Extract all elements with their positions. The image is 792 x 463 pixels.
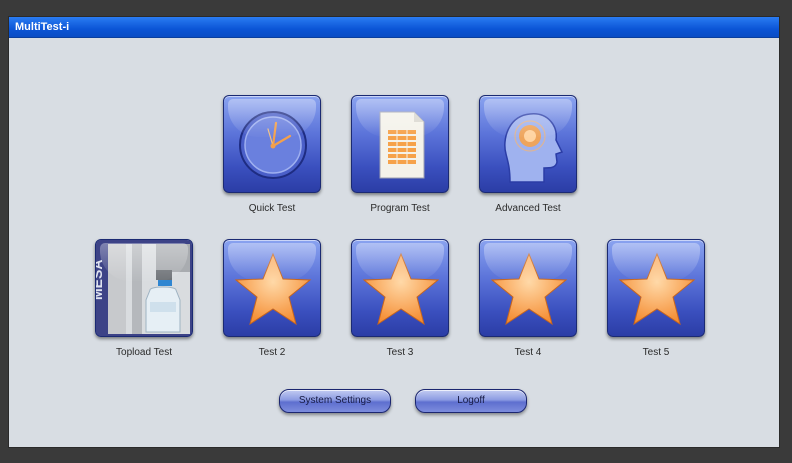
test-4-tile[interactable]: Test 4 [479, 239, 577, 359]
advanced-test-button[interactable] [479, 95, 577, 193]
test-5-tile[interactable]: Test 5 [607, 239, 705, 359]
test-2-button[interactable] [223, 239, 321, 337]
system-settings-button[interactable]: System Settings [279, 389, 391, 413]
star-icon [618, 252, 696, 326]
star-icon [362, 252, 440, 326]
program-test-button[interactable] [351, 95, 449, 193]
quick-test-button[interactable] [223, 95, 321, 193]
spreadsheet-document-icon [379, 111, 425, 179]
window-title: MultiTest-i [15, 21, 70, 33]
app-window: MultiTest-i Quick Test Program Test Adva… [8, 16, 780, 448]
quick-test-tile[interactable]: Quick Test [223, 95, 321, 215]
svg-text:MESA: MESA [96, 260, 105, 300]
test-2-label: Test 2 [258, 347, 286, 358]
advanced-test-tile[interactable]: Advanced Test [479, 95, 577, 215]
test-3-tile[interactable]: Test 3 [351, 239, 449, 359]
logoff-button[interactable]: Logoff [415, 389, 527, 413]
star-icon [234, 252, 312, 326]
test-3-button[interactable] [351, 239, 449, 337]
program-test-tile[interactable]: Program Test [351, 95, 449, 215]
test-4-button[interactable] [479, 239, 577, 337]
program-test-label: Program Test [370, 203, 430, 214]
topload-test-button[interactable]: MESA [95, 239, 193, 337]
clock-icon [239, 111, 307, 179]
topload-photo-icon: MESA [96, 240, 192, 336]
title-bar: MultiTest-i [9, 17, 779, 38]
star-icon [490, 252, 568, 326]
test-2-tile[interactable]: Test 2 [223, 239, 321, 359]
topload-test-label: Topload Test [116, 347, 172, 358]
test-5-label: Test 5 [642, 347, 670, 358]
advanced-test-label: Advanced Test [495, 203, 561, 214]
test-5-button[interactable] [607, 239, 705, 337]
topload-test-tile[interactable]: MESA Topload Test [95, 239, 193, 359]
test-3-label: Test 3 [386, 347, 414, 358]
test-4-label: Test 4 [514, 347, 542, 358]
quick-test-label: Quick Test [248, 203, 296, 214]
head-profile-icon [504, 113, 564, 183]
